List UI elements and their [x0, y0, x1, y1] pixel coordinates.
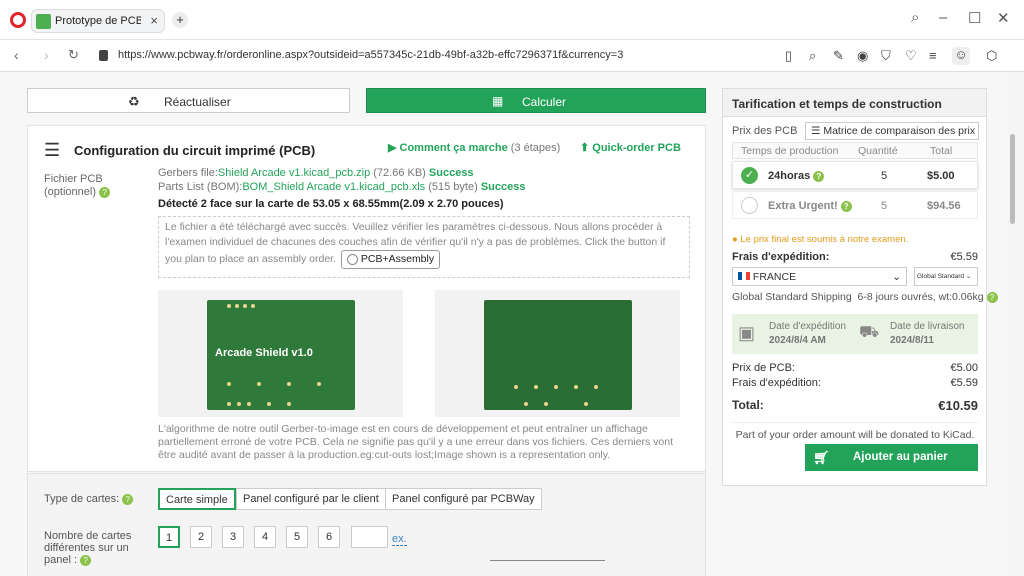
- dimension-diagram: [490, 560, 605, 570]
- tab-title: Prototype de PCB – Devis: [55, 15, 141, 27]
- pricing-row-24h[interactable]: ✓ 24horas ? 5 $5.00: [732, 161, 978, 189]
- close-window-icon[interactable]: ✕: [997, 9, 1010, 27]
- panel-count-label: Nombre de cartes différentes sur un pane…: [44, 530, 132, 566]
- page-viewport: ♻ Réactualiser ▦ Calculer ☰ Configuratio…: [0, 72, 1008, 576]
- assembly-button[interactable]: PCB+Assembly: [340, 250, 441, 269]
- shield-icon[interactable]: ⛉: [881, 48, 891, 64]
- pricing-row-extra-urgent[interactable]: Extra Urgent! ? 5 $94.56: [732, 191, 978, 219]
- lock-icon: [99, 50, 108, 61]
- pcb-bottom-preview: [435, 290, 680, 417]
- review-note: ● Le prix final est soumis à notre exame…: [732, 234, 909, 245]
- browser-titlebar: Prototype de PCB – Devis × + ⌕ – ☐ ✕: [0, 0, 1024, 40]
- option-single-board[interactable]: Carte simple: [158, 488, 236, 510]
- cart-icon: 🛒︎: [813, 450, 830, 465]
- refresh-button[interactable]: ♻ Réactualiser: [27, 88, 350, 113]
- tab-close-icon[interactable]: ×: [150, 13, 158, 28]
- search-icon[interactable]: ⌕: [911, 9, 919, 26]
- lens-icon[interactable]: ⌕: [809, 48, 816, 64]
- pcb-top-board: Arcade Shield v1.0: [207, 300, 355, 410]
- bom-row: Parts List (BOM):BOM_Shield Arcade v1.ki…: [158, 181, 526, 193]
- layers-icon: ☰: [44, 140, 61, 160]
- count-4[interactable]: 4: [254, 526, 276, 548]
- count-3[interactable]: 3: [222, 526, 244, 548]
- quick-order-link[interactable]: ⬆ Quick-order PCB: [580, 141, 681, 154]
- config-title: Configuration du circuit imprimé (PCB): [74, 143, 316, 158]
- edit-icon[interactable]: ✎: [833, 48, 844, 64]
- opera-logo-icon[interactable]: [10, 12, 26, 28]
- shipping-info: Global Standard Shipping 6-8 jours ouvré…: [732, 291, 998, 303]
- count-2[interactable]: 2: [190, 526, 212, 548]
- pcb-price-row: Prix de PCB: €5.00: [732, 362, 978, 374]
- check-icon: ✓: [741, 167, 758, 184]
- profile-icon[interactable]: ☺: [952, 47, 970, 65]
- shipping-price-row: Frais d'expédition: €5.59: [732, 377, 978, 389]
- pcb-top-label: Arcade Shield v1.0: [215, 347, 313, 359]
- gerber-row: Gerbers file:Shield Arcade v1.kicad_pcb.…: [158, 167, 474, 179]
- add-to-cart-button[interactable]: 🛒︎ Ajouter au panier: [805, 444, 978, 471]
- calculator-icon: ▦: [492, 94, 504, 108]
- url-field[interactable]: https://www.pcbway.fr/orderonline.aspx?o…: [118, 49, 623, 61]
- option-pcbway-panel[interactable]: Panel configuré par PCBWay: [385, 488, 542, 510]
- refresh-label: Réactualiser: [164, 95, 231, 109]
- shipping-row: Frais d'expédition: €5.59: [732, 251, 978, 263]
- extension-cube-icon[interactable]: ⬡: [986, 48, 997, 64]
- recycle-icon: ♻: [128, 94, 140, 109]
- dates-box: ▣ Date d'expédition 2024/8/4 AM ⛟ Date d…: [732, 314, 978, 354]
- flag-icon: [738, 272, 750, 280]
- pricing-title: Tarification et temps de construction: [723, 89, 986, 117]
- pcb-top-preview: Arcade Shield v1.0: [158, 290, 403, 417]
- delivery-icon: ⛟: [859, 324, 880, 341]
- minimize-icon[interactable]: –: [939, 9, 947, 26]
- pcb-bottom-board: [484, 300, 632, 410]
- total-row: Total: €10.59: [732, 398, 978, 413]
- render-disclaimer: L'algorithme de notre outil Gerber-to-im…: [158, 423, 674, 461]
- settings-icon[interactable]: ≡: [929, 48, 937, 63]
- radio-icon: [346, 253, 358, 265]
- shipping-method-select[interactable]: Global Standard ⌄: [914, 267, 978, 286]
- pcbway-favicon-icon: [36, 14, 51, 29]
- page-scrollbar[interactable]: [1010, 134, 1015, 224]
- reload-icon[interactable]: ↻: [68, 47, 79, 63]
- heart-icon[interactable]: ♡: [905, 48, 917, 64]
- how-it-works-link[interactable]: ▶ Comment ça marche (3 étapes): [388, 141, 560, 154]
- reader-icon[interactable]: ▯: [785, 48, 792, 64]
- box-icon: ▣: [738, 323, 756, 343]
- maximize-icon[interactable]: ☐: [968, 9, 981, 27]
- bom-file-link[interactable]: BOM_Shield Arcade v1.kicad_pcb.xls: [242, 181, 425, 193]
- donation-note: Part of your order amount will be donate…: [732, 422, 978, 441]
- back-icon[interactable]: ‹: [14, 47, 19, 63]
- calculate-button[interactable]: ▦ Calculer: [366, 88, 706, 113]
- chevron-down-icon: ⌄: [892, 271, 901, 283]
- camera-icon[interactable]: ◉: [857, 48, 868, 64]
- count-5[interactable]: 5: [286, 526, 308, 548]
- forward-icon[interactable]: ›: [44, 47, 49, 63]
- count-6[interactable]: 6: [318, 526, 340, 548]
- count-custom-input[interactable]: [351, 526, 388, 548]
- detected-size: Détecté 2 face sur la carte de 53.05 x 6…: [158, 198, 504, 210]
- file-label: Fichier PCB (optionnel) ?: [44, 173, 114, 199]
- price-matrix-button[interactable]: ☰ Matrice de comparaison des prix: [805, 122, 979, 140]
- pricing-panel: Tarification et temps de construction Pr…: [722, 88, 998, 486]
- count-1[interactable]: 1: [158, 526, 180, 548]
- address-bar: ‹ › ↻ https://www.pcbway.fr/orderonline.…: [0, 40, 1024, 103]
- upload-notice: Le fichier a été téléchargé avec succès.…: [158, 216, 690, 278]
- option-customer-panel[interactable]: Panel configuré par le client: [236, 488, 386, 510]
- radio-empty-icon: [741, 197, 758, 214]
- pcb-config-panel: ☰ Configuration du circuit imprimé (PCB)…: [27, 125, 706, 472]
- calculate-label: Calculer: [522, 95, 567, 109]
- count-ex: ex.: [392, 533, 407, 546]
- pricing-table-header: Temps de production Quantité Total: [732, 142, 978, 159]
- gerber-file-link[interactable]: Shield Arcade v1.kicad_pcb.zip: [218, 167, 370, 179]
- new-tab-icon[interactable]: +: [172, 12, 188, 28]
- board-type-label: Type de cartes: ?: [44, 493, 134, 505]
- country-select[interactable]: FRANCE ⌄: [732, 267, 907, 286]
- browser-tab[interactable]: Prototype de PCB – Devis ×: [31, 9, 165, 33]
